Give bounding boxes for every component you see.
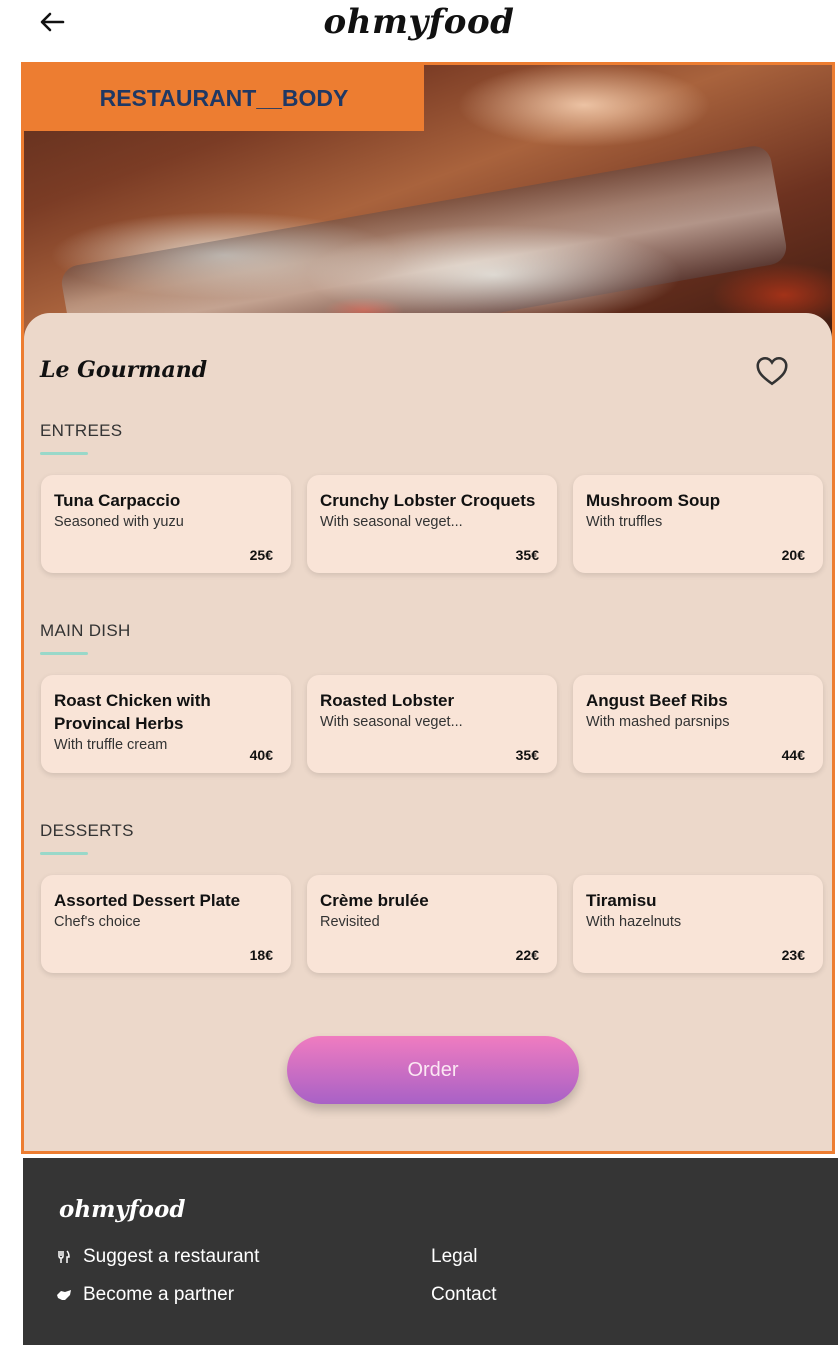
restaurant-body: RESTAURANT__BODY Le Gourmand ENTREES Tun… bbox=[21, 62, 835, 1154]
dish-name: Crunchy Lobster Croquets bbox=[320, 491, 536, 510]
dish-card[interactable]: Crème brulée Revisited 22€ bbox=[307, 875, 557, 973]
dish-description: With mashed parsnips bbox=[586, 714, 730, 730]
dish-name: Roast Chicken with Provincal Herbs bbox=[54, 691, 211, 733]
dish-price: 35€ bbox=[515, 547, 539, 563]
contact-link[interactable]: Contact bbox=[431, 1284, 496, 1306]
dish-description: Revisited bbox=[320, 914, 380, 930]
dish-card[interactable]: Tiramisu With hazelnuts 23€ bbox=[573, 875, 823, 973]
order-button[interactable]: Order bbox=[287, 1036, 579, 1104]
section-title-desserts: DESSERTS bbox=[40, 821, 134, 840]
dish-card[interactable]: Roast Chicken with Provincal Herbs With … bbox=[41, 675, 291, 773]
dish-name: Crème brulée bbox=[320, 891, 429, 910]
dish-card[interactable]: Mushroom Soup With truffles 20€ bbox=[573, 475, 823, 573]
dish-name: Assorted Dessert Plate bbox=[54, 891, 241, 910]
dish-price: 18€ bbox=[249, 947, 273, 963]
dish-description: Seasoned with yuzu bbox=[54, 514, 184, 530]
header: ohmyfood bbox=[0, 0, 838, 60]
favorite-button[interactable] bbox=[754, 353, 790, 389]
section-underline bbox=[40, 852, 88, 855]
dish-description: With truffles bbox=[586, 514, 663, 530]
restaurant-title: Le Gourmand bbox=[40, 357, 208, 383]
dish-price: 35€ bbox=[515, 747, 539, 763]
suggest-restaurant-link[interactable]: Suggest a restaurant bbox=[55, 1246, 259, 1268]
dish-description: With truffle cream bbox=[54, 737, 168, 753]
dish-card[interactable]: Assorted Dessert Plate Chef's choice 18€ bbox=[41, 875, 291, 973]
footer-logo[interactable]: ohmyfood bbox=[59, 1196, 185, 1223]
dish-price: 22€ bbox=[515, 947, 539, 963]
section-underline bbox=[40, 652, 88, 655]
dish-name: Mushroom Soup bbox=[586, 491, 721, 510]
dish-card[interactable]: Angust Beef Ribs With mashed parsnips 44… bbox=[573, 675, 823, 773]
section-title-main-dish: MAIN DISH bbox=[40, 621, 131, 640]
dish-description: With seasonal veget... bbox=[320, 514, 463, 530]
dish-name: Roasted Lobster bbox=[320, 691, 455, 710]
dish-name: Angust Beef Ribs bbox=[586, 691, 728, 710]
dish-card[interactable]: Roasted Lobster With seasonal veget... 3… bbox=[307, 675, 557, 773]
become-partner-label: Become a partner bbox=[83, 1284, 235, 1305]
dish-description: With seasonal veget... bbox=[320, 714, 463, 730]
dish-card[interactable]: Crunchy Lobster Croquets With seasonal v… bbox=[307, 475, 557, 573]
fork-knife-icon bbox=[55, 1250, 73, 1264]
become-partner-link[interactable]: Become a partner bbox=[55, 1284, 234, 1306]
dish-price: 25€ bbox=[249, 547, 273, 563]
section-underline bbox=[40, 452, 88, 455]
dish-price: 20€ bbox=[781, 547, 805, 563]
handshake-icon bbox=[55, 1289, 73, 1301]
section-title-entrees: ENTREES bbox=[40, 421, 123, 440]
legal-link[interactable]: Legal bbox=[431, 1246, 478, 1268]
dish-name: Tuna Carpaccio bbox=[54, 491, 181, 510]
dish-card[interactable]: Tuna Carpaccio Seasoned with yuzu 25€ bbox=[41, 475, 291, 573]
dish-description: Chef's choice bbox=[54, 914, 141, 930]
dish-price: 23€ bbox=[781, 947, 805, 963]
menu-panel: Le Gourmand ENTREES Tuna Carpaccio Seaso… bbox=[24, 313, 832, 1151]
dish-price: 44€ bbox=[781, 747, 805, 763]
dish-name: Tiramisu bbox=[586, 891, 657, 910]
suggest-restaurant-label: Suggest a restaurant bbox=[83, 1246, 260, 1267]
annotation-label: RESTAURANT__BODY bbox=[24, 65, 424, 131]
heart-outline-icon bbox=[756, 356, 788, 386]
footer: ohmyfood Suggest a restaurant Become a p… bbox=[23, 1158, 838, 1345]
app-logo[interactable]: ohmyfood bbox=[0, 2, 838, 42]
dish-description: With hazelnuts bbox=[586, 914, 682, 930]
dish-price: 40€ bbox=[249, 747, 273, 763]
